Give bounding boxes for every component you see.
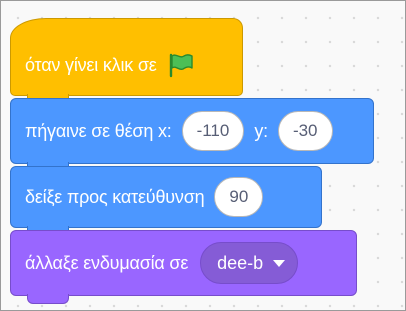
green-flag-icon bbox=[165, 52, 195, 78]
y-label: y: bbox=[254, 120, 268, 141]
go-to-xy-block[interactable]: πήγαινε σε θέση x: -110 y: -30 bbox=[10, 98, 374, 172]
point-in-direction-block[interactable]: δείξε προς κατεύθυνση 90 bbox=[10, 166, 322, 236]
block-notch bbox=[27, 294, 69, 304]
y-value-input[interactable]: -30 bbox=[277, 111, 333, 151]
when-flag-clicked-label: όταν γίνει κλικ σε bbox=[25, 54, 157, 75]
when-flag-clicked-block[interactable]: όταν γίνει κλικ σε bbox=[10, 18, 243, 104]
costume-dropdown[interactable]: dee-b bbox=[200, 242, 299, 284]
switch-costume-block[interactable]: άλλαξε ενδυμασία σε dee-b bbox=[10, 230, 357, 304]
chevron-down-icon bbox=[273, 259, 286, 267]
costume-dropdown-value: dee-b bbox=[217, 252, 264, 273]
switch-costume-label: άλλαξε ενδυμασία σε bbox=[25, 252, 189, 273]
go-to-xy-label: πήγαινε σε θέση x: bbox=[25, 120, 172, 141]
point-in-direction-label: δείξε προς κατεύθυνση bbox=[25, 186, 205, 207]
direction-value-input[interactable]: 90 bbox=[214, 177, 264, 217]
x-value-input[interactable]: -110 bbox=[181, 111, 245, 151]
